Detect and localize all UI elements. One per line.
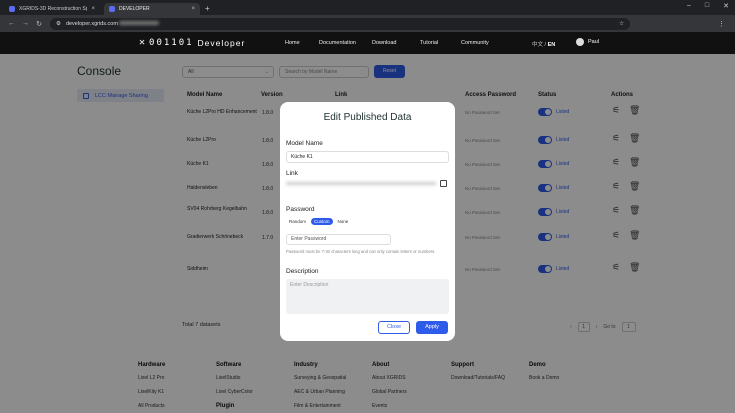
browser-tab-xgrids[interactable]: XGRIDS-3D Reconstruction Sp × (4, 3, 100, 15)
password-label: Password (286, 206, 315, 213)
language-switcher[interactable]: 中文 / EN (532, 40, 555, 48)
password-mode-random[interactable]: Random (286, 218, 309, 225)
external-link-icon[interactable] (440, 180, 447, 187)
site-header: ✕ 001101 Developer Home Documentation Do… (0, 32, 735, 54)
dialog-title: Edit Published Data (323, 112, 412, 123)
close-tab-icon[interactable]: × (191, 6, 195, 12)
browser-tab-strip: XGRIDS-3D Reconstruction Sp × DEVELOPER … (0, 0, 735, 15)
avatar (576, 38, 584, 46)
tab-title: DEVELOPER (119, 6, 150, 12)
link-label: Link (286, 170, 298, 177)
new-tab-button[interactable]: + (205, 3, 210, 15)
nav-community[interactable]: Community (461, 40, 489, 46)
model-name-label: Model Name (286, 140, 323, 147)
close-button[interactable]: Close (378, 321, 410, 334)
maximize-icon[interactable]: □ (705, 2, 709, 10)
site-logo[interactable]: ✕ 001101 Developer (139, 37, 245, 48)
password-mode-none[interactable]: None (335, 218, 352, 225)
browser-menu-icon[interactable]: ⋮ (718, 20, 725, 28)
lang-en[interactable]: EN (548, 42, 556, 48)
nav-documentation[interactable]: Documentation (319, 40, 356, 46)
nav-tutorial[interactable]: Tutorial (420, 40, 438, 46)
xgrids-logo-icon: ✕ (139, 37, 146, 48)
logo-text: 001101 (149, 37, 194, 48)
reload-icon[interactable]: ↻ (36, 20, 42, 28)
xgrids-favicon-icon (9, 6, 15, 12)
bookmark-star-icon[interactable]: ☆ (619, 21, 624, 27)
browser-tab-developer[interactable]: DEVELOPER × (104, 3, 200, 15)
forward-arrow-icon[interactable]: → (22, 20, 29, 27)
description-textarea[interactable]: Enter Description (286, 279, 449, 314)
close-tab-icon[interactable]: × (91, 6, 95, 12)
redacted-url-path (119, 21, 160, 26)
url-text: developer.xgrids.com (66, 21, 614, 27)
nav-home[interactable]: Home (285, 40, 300, 46)
address-bar[interactable]: ⚙ developer.xgrids.com ☆ (50, 17, 630, 30)
tab-title: XGRIDS-3D Reconstruction Sp (19, 6, 88, 12)
password-hint: Password must be 7-30 characters long an… (286, 249, 436, 254)
minimize-icon[interactable]: – (687, 2, 691, 10)
edit-published-data-dialog: Edit Published Data Model Name Küche K1 … (280, 102, 455, 341)
logo-subtitle: Developer (197, 37, 246, 48)
nav-download[interactable]: Download (372, 40, 396, 46)
description-label: Description (286, 268, 319, 275)
password-input[interactable]: Enter Password (286, 234, 391, 245)
user-menu[interactable]: Paul (576, 38, 599, 46)
window-controls: – □ ✕ (687, 2, 729, 10)
developer-favicon-icon (109, 6, 115, 12)
browser-toolbar: ← → ↻ ⚙ developer.xgrids.com ☆ ⋮ (0, 15, 735, 32)
user-name: Paul (588, 39, 600, 45)
close-window-icon[interactable]: ✕ (723, 2, 729, 10)
lang-cn[interactable]: 中文 (532, 42, 543, 48)
password-mode-custom[interactable]: Custom (311, 218, 333, 225)
back-arrow-icon[interactable]: ← (8, 20, 15, 27)
apply-button[interactable]: Apply (416, 321, 448, 334)
model-name-input[interactable]: Küche K1 (286, 151, 449, 163)
password-mode-toggle: Random Custom None (286, 218, 351, 225)
redacted-link (286, 182, 436, 185)
site-info-icon[interactable]: ⚙ (56, 21, 61, 27)
